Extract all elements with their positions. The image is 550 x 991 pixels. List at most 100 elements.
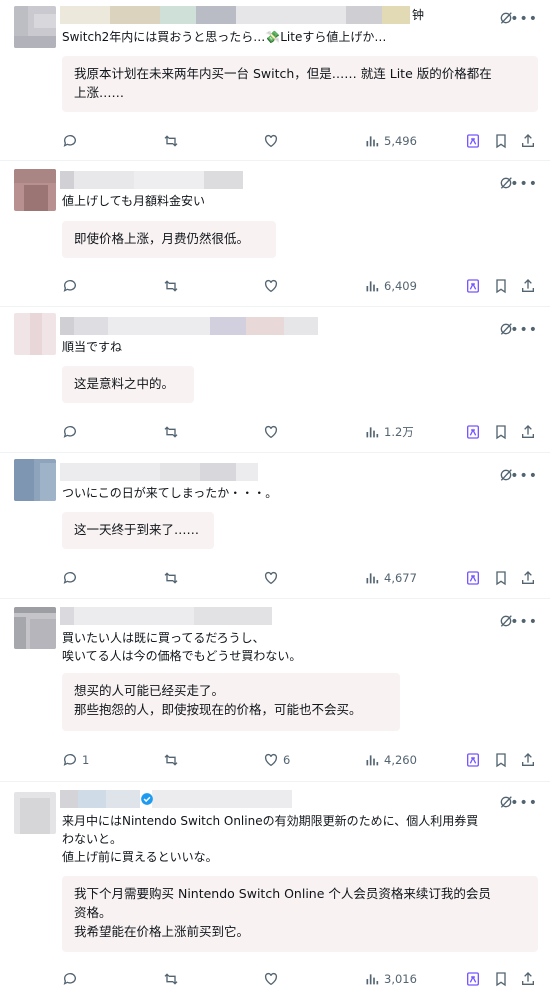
views-button[interactable]: 4,260 [364,750,417,770]
views-count: 4,260 [384,753,417,767]
post-3[interactable]: ••• 順当ですね 这是意料之中的。 1.2万 [0,307,550,453]
bookmark-icon [496,279,506,294]
more-icon[interactable]: ••• [510,177,538,191]
post-2[interactable]: ••• 値上げしても月額料金安い 即使价格上涨，月费仍然很低。 6,409 [0,161,550,307]
retweet-icon [164,426,178,438]
grok-analyze-button[interactable] [465,750,481,770]
views-button[interactable]: 1.2万 [364,422,414,442]
views-count: 1.2万 [384,425,414,439]
views-chart-icon [366,427,379,438]
share-icon [522,425,534,438]
like-button[interactable] [263,131,283,151]
post-1[interactable]: 钟 ••• Switch2年内には買おうと思ったら…💸Liteすら値上げか… 我… [0,0,550,161]
share-icon [522,571,534,584]
like-button[interactable]: 6 [263,750,290,770]
reply-icon [63,135,76,147]
more-icon[interactable]: ••• [510,469,538,483]
share-icon [522,972,534,985]
post-5[interactable]: ••• 買いたい人は既に買ってるだろうし、 唉いてる人は今の価格でもどうせ買わな… [0,599,550,782]
original-text: ついにこの日が来てしまったか・・・。 [62,486,278,500]
reply-button[interactable] [62,568,82,588]
share-button[interactable] [520,131,536,151]
grok-analyze-button[interactable] [465,276,481,296]
reply-button[interactable]: 1 [62,750,89,770]
retweet-button[interactable] [163,750,183,770]
more-icon[interactable]: ••• [510,796,538,810]
grok-analyze-button[interactable] [465,131,481,151]
avatar[interactable] [14,169,56,211]
retweet-button[interactable] [163,422,183,442]
retweet-button[interactable] [163,276,183,296]
views-button[interactable]: 4,677 [364,568,417,588]
reply-button[interactable] [62,276,82,296]
bookmark-button[interactable] [493,422,509,442]
more-icon[interactable]: ••• [510,323,538,337]
translation-box: 即使价格上涨，月费仍然很低。 [62,221,276,258]
share-icon [522,753,534,766]
original-text: 順当ですね [62,340,123,354]
avatar[interactable] [14,792,56,834]
author-name-blurred[interactable] [60,790,292,808]
avatar[interactable] [14,459,56,501]
heart-icon [264,425,278,439]
action-bar: 3,016 [0,969,550,989]
views-count: 3,016 [384,972,417,986]
bookmark-button[interactable] [493,969,509,989]
grok-analyze-icon [467,571,479,585]
avatar[interactable] [14,607,56,649]
grok-analyze-button[interactable] [465,568,481,588]
post-4[interactable]: ••• ついにこの日が来てしまったか・・・。 这一天终于到来了…… 4,677 [0,453,550,599]
heart-icon [264,571,278,585]
action-bar: 6,409 [0,276,550,296]
grok-analyze-icon [467,753,479,767]
bookmark-button[interactable] [493,568,509,588]
share-button[interactable] [520,422,536,442]
views-button[interactable]: 5,496 [364,131,417,151]
translation-box: 这一天终于到来了…… [62,512,214,549]
like-button[interactable] [263,422,283,442]
views-button[interactable]: 6,409 [364,276,417,296]
bookmark-button[interactable] [493,131,509,151]
grok-analyze-button[interactable] [465,422,481,442]
avatar[interactable] [14,313,56,355]
like-button[interactable] [263,969,283,989]
share-button[interactable] [520,568,536,588]
author-name-blurred[interactable] [60,463,258,481]
like-button[interactable] [263,568,283,588]
reply-count: 1 [82,753,90,767]
bookmark-icon [496,753,506,768]
author-name-blurred[interactable] [60,607,272,625]
post-6[interactable]: ••• 来月中にはNintendo Switch Onlineの有効期限更新のた… [0,782,550,991]
retweet-button[interactable] [163,568,183,588]
like-button[interactable] [263,276,283,296]
retweet-button[interactable] [163,969,183,989]
bookmark-button[interactable] [493,750,509,770]
reply-button[interactable] [62,131,82,151]
more-icon[interactable]: ••• [510,615,538,629]
action-bar: 1.2万 [0,422,550,442]
grok-analyze-icon [467,972,479,986]
reply-button[interactable] [62,422,82,442]
like-count: 6 [283,753,291,767]
grok-analyze-icon [467,425,479,439]
author-name-blurred[interactable] [60,6,410,24]
share-button[interactable] [520,969,536,989]
views-count: 5,496 [384,134,417,148]
grok-analyze-button[interactable] [465,969,481,989]
share-button[interactable] [520,276,536,296]
author-name-blurred[interactable] [60,317,318,335]
views-chart-icon [366,755,379,766]
author-name-suffix: 钟 [412,8,425,22]
avatar[interactable] [14,6,56,48]
more-icon[interactable]: ••• [510,12,538,26]
retweet-button[interactable] [163,131,183,151]
grok-analyze-icon [467,279,479,293]
reply-button[interactable] [62,969,82,989]
author-name-blurred[interactable] [60,171,243,189]
views-count: 6,409 [384,279,417,293]
views-chart-icon [366,573,379,584]
views-count: 4,677 [384,571,417,585]
views-button[interactable]: 3,016 [364,969,417,989]
bookmark-button[interactable] [493,276,509,296]
share-button[interactable] [520,750,536,770]
